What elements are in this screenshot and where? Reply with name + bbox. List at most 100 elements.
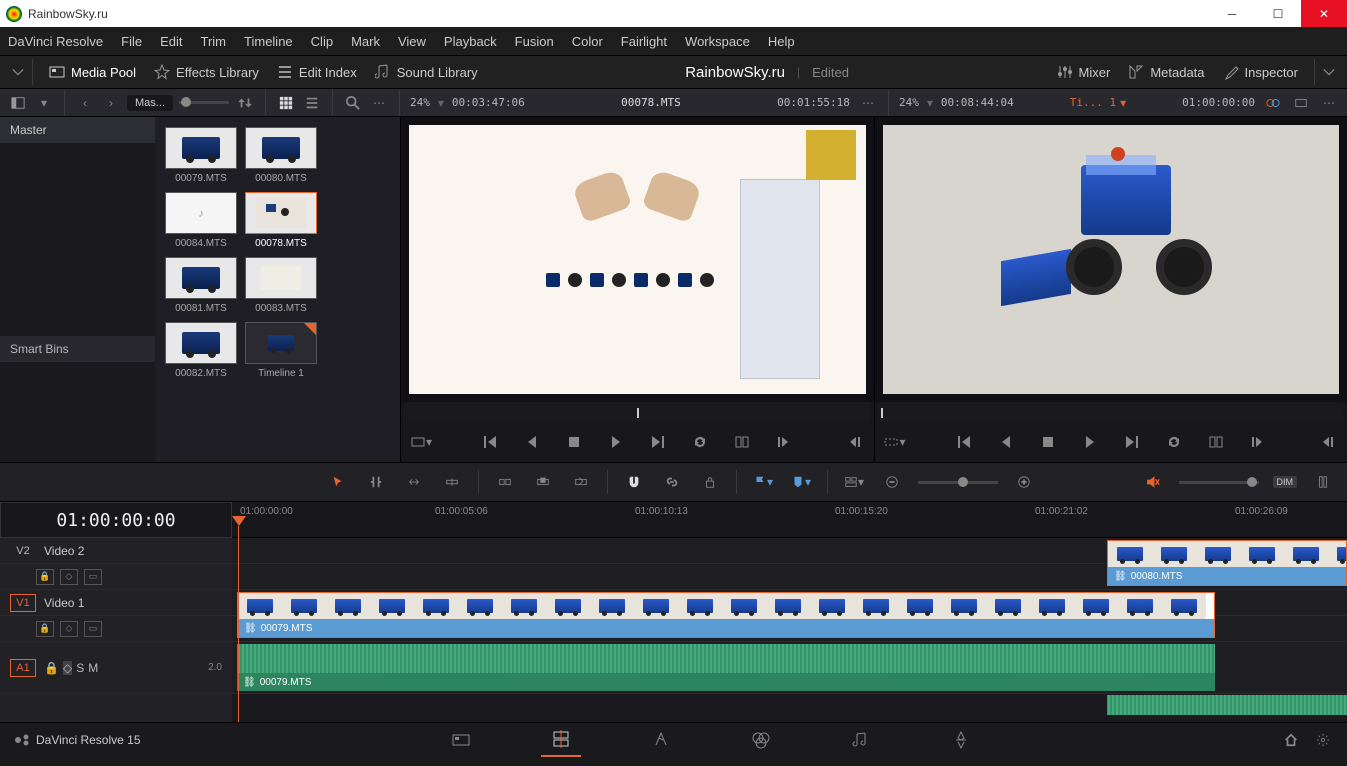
clip-item[interactable]: 00081.MTS [165,257,237,314]
auto-select-icon[interactable]: ◇ [60,569,78,585]
timeline-zoom[interactable]: 24% [899,96,919,109]
prev-edit-icon[interactable] [1246,430,1270,454]
grid-view-icon[interactable] [276,93,296,113]
minimize-button[interactable]: ─ [1209,0,1255,27]
go-last-icon[interactable] [646,430,670,454]
next-edit-icon[interactable] [1315,430,1339,454]
menu-workspace[interactable]: Workspace [685,34,750,49]
options-icon[interactable]: ⋯ [369,93,389,113]
match-frame-icon[interactable] [1204,430,1228,454]
flag-icon[interactable]: ▾ [751,472,775,492]
viewer-mode-icon[interactable]: ▾ [409,430,433,454]
meters-icon[interactable] [1311,472,1335,492]
insert-clip-icon[interactable] [493,472,517,492]
menu-timeline[interactable]: Timeline [244,34,293,49]
auto-select-icon[interactable]: ◇ [63,661,72,675]
zoom-in-icon[interactable] [1012,472,1036,492]
clip-item-selected[interactable]: 00078.MTS [245,192,317,249]
snap-icon[interactable] [622,472,646,492]
menu-edit[interactable]: Edit [160,34,182,49]
menu-fairlight[interactable]: Fairlight [621,34,667,49]
master-timecode[interactable]: 01:00:00:00 [0,502,232,538]
mute-button[interactable]: M [88,661,98,675]
lock-track-icon[interactable]: 🔒 [36,621,54,637]
track-v2-header[interactable]: V2 Video 2 [0,538,232,564]
track-a1[interactable]: ⛓00079.MTS [232,642,1347,694]
position-lock-icon[interactable] [698,472,722,492]
play-reverse-icon[interactable] [994,430,1018,454]
panel-layout-icon[interactable] [8,93,28,113]
edit-page-icon[interactable] [541,723,581,757]
sound-library-button[interactable]: Sound Library [375,64,478,80]
source-clip-name[interactable]: 00078.MTS [621,96,681,109]
menu-playback[interactable]: Playback [444,34,497,49]
auto-select-icon[interactable]: ◇ [60,621,78,637]
timeline-ruler[interactable]: 01:00:00:00 01:00:05:06 01:00:10:13 01:0… [232,502,1347,538]
source-zoom[interactable]: 24% [410,96,430,109]
clip-item[interactable]: 00083.MTS [245,257,317,314]
zoom-slider[interactable] [918,481,998,484]
mixer-button[interactable]: Mixer [1057,64,1111,80]
viewer-mode-icon[interactable]: ▾ [883,430,907,454]
timeline-view-options-icon[interactable]: ▾ [842,472,866,492]
media-pool-button[interactable]: Media Pool [49,64,136,80]
link-icon[interactable] [660,472,684,492]
prev-edit-icon[interactable] [772,430,796,454]
list-view-icon[interactable] [302,93,322,113]
menu-fusion[interactable]: Fusion [515,34,554,49]
menu-file[interactable]: File [121,34,142,49]
track-v1-sub[interactable]: ⛓00079.MTS [232,616,1347,642]
clip-item[interactable]: 00080.MTS [245,127,317,184]
video-clip[interactable]: ⛓00079.MTS [237,592,1215,638]
viewer-mode-icon[interactable] [1291,93,1311,113]
marker-icon[interactable]: ▾ [789,472,813,492]
play-reverse-icon[interactable] [520,430,544,454]
maximize-button[interactable]: ☐ [1255,0,1301,27]
video-clip[interactable]: ⛓00080.MTS [1107,540,1347,586]
stop-icon[interactable] [1036,430,1060,454]
next-edit-icon[interactable] [842,430,866,454]
clip-item[interactable]: Timeline 1 [245,322,317,379]
menu-davinci[interactable]: DaVinci Resolve [8,34,103,49]
panel-toggle-right[interactable] [1319,62,1339,82]
stop-icon[interactable] [562,430,586,454]
settings-icon[interactable] [1313,730,1333,750]
fairlight-page-icon[interactable] [841,723,881,757]
effects-library-button[interactable]: Effects Library [154,64,259,80]
loop-icon[interactable] [688,430,712,454]
disable-track-icon[interactable]: ▭ [84,621,102,637]
dim-button[interactable]: DIM [1273,476,1298,488]
edit-index-button[interactable]: Edit Index [277,64,357,80]
color-page-icon[interactable] [741,723,781,757]
search-icon[interactable] [343,93,363,113]
fusion-page-icon[interactable] [641,723,681,757]
track-a1-header[interactable]: A1 🔒 ◇ S M 2.0 [0,642,232,694]
source-scrubber[interactable] [405,402,870,422]
zoom-out-icon[interactable] [880,472,904,492]
clip-item[interactable]: ♪00084.MTS [165,192,237,249]
audio-clip[interactable]: ⛓00079.MTS [237,644,1215,691]
nav-back-icon[interactable]: ‹ [75,93,95,113]
playhead[interactable] [232,516,246,526]
media-page-icon[interactable] [441,723,481,757]
thumb-size-slider[interactable] [179,101,229,104]
dynamic-trim-icon[interactable] [402,472,426,492]
go-first-icon[interactable] [478,430,502,454]
menu-view[interactable]: View [398,34,426,49]
chevron-down-icon[interactable]: ▾ [34,93,54,113]
track-v2-sub[interactable]: ⛓00080.MTS [232,564,1347,590]
menu-color[interactable]: Color [572,34,603,49]
bin-master[interactable]: Master [0,117,155,143]
blade-tool-icon[interactable] [440,472,464,492]
lock-track-icon[interactable]: 🔒 [44,661,59,675]
menu-mark[interactable]: Mark [351,34,380,49]
selection-tool-icon[interactable] [326,472,350,492]
source-options-icon[interactable]: ⋯ [858,93,878,113]
bin-dropdown[interactable]: Mas... [127,95,173,111]
volume-slider[interactable] [1179,481,1259,484]
timeline-canvas[interactable] [875,117,1347,402]
home-icon[interactable] [1281,730,1301,750]
solo-button[interactable]: S [76,661,84,675]
replace-clip-icon[interactable] [569,472,593,492]
go-first-icon[interactable] [952,430,976,454]
